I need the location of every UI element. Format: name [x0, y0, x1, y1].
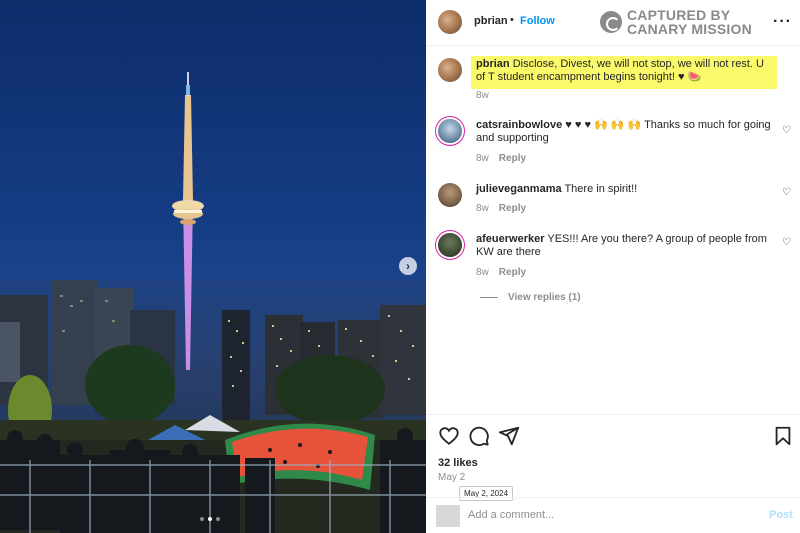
caption-age: 8w — [476, 90, 489, 101]
post-photo[interactable]: › — [0, 0, 426, 533]
emoji-icon[interactable] — [436, 505, 460, 527]
likes-count[interactable]: 32 likes — [438, 457, 478, 469]
share-icon[interactable] — [498, 425, 520, 447]
follow-button[interactable]: Follow — [520, 15, 555, 27]
comment-icon[interactable] — [468, 425, 490, 447]
add-comment-bar: Add a comment... Post — [426, 497, 800, 533]
carousel-dot-active — [208, 517, 212, 521]
more-horizontal-icon[interactable]: ··· — [773, 13, 792, 31]
post-button[interactable]: Post — [769, 509, 793, 521]
comment-age: 8w — [476, 267, 489, 278]
separator-dot: • — [510, 14, 514, 26]
reply-button[interactable]: Reply — [499, 267, 526, 278]
comment-body: There in spirit!! — [564, 183, 638, 195]
view-replies-line — [480, 297, 498, 298]
view-replies-label: View replies (1) — [508, 292, 581, 303]
comment-meta: 8w Reply — [476, 203, 526, 214]
author-avatar[interactable] — [438, 10, 462, 34]
comment-age: 8w — [476, 153, 489, 164]
commenter-avatar[interactable] — [438, 183, 462, 207]
post-header: pbrian • Follow CAPTURED BY CANARY MISSI… — [426, 0, 800, 46]
comment-text: afeuerwerker YES!!! Are you there? A gro… — [476, 233, 776, 259]
reply-button[interactable]: Reply — [499, 203, 526, 214]
commenter-avatar[interactable] — [438, 119, 462, 143]
comment-meta: 8w Reply — [476, 267, 526, 278]
commenter-avatar[interactable] — [438, 233, 462, 257]
comment-username[interactable]: afeuerwerker — [476, 233, 545, 245]
carousel-dot — [200, 517, 204, 521]
carousel-dots — [200, 517, 220, 521]
watermark-line1: CAPTURED BY — [627, 7, 731, 23]
heart-icon[interactable]: ♡ — [782, 125, 791, 136]
comment-username[interactable]: catsrainbowlove — [476, 119, 562, 131]
chevron-right-icon: › — [406, 259, 410, 273]
author-username[interactable]: pbrian — [474, 15, 508, 27]
carousel-dot — [216, 517, 220, 521]
watermark: CAPTURED BY CANARY MISSION — [600, 8, 752, 36]
caption-text: pbrian Disclose, Divest, we will not sto… — [476, 58, 776, 84]
post-date[interactable]: May 2 — [438, 472, 465, 483]
comment-text: julieveganmama There in spirit!! — [476, 183, 776, 196]
photo-scene — [0, 72, 426, 533]
heart-icon[interactable]: ♡ — [782, 187, 791, 198]
comment-age: 8w — [476, 203, 489, 214]
caption-body: Disclose, Divest, we will not stop, we w… — [476, 58, 764, 83]
reply-button[interactable]: Reply — [499, 153, 526, 164]
view-replies-button[interactable]: View replies (1) — [480, 292, 581, 303]
comment-meta: 8w Reply — [476, 153, 526, 164]
watermark-text: CAPTURED BY CANARY MISSION — [627, 8, 752, 36]
comment-text: catsrainbowlove ♥ ♥ ♥ 🙌 🙌 🙌 Thanks so mu… — [476, 119, 776, 145]
heart-icon[interactable] — [438, 425, 460, 447]
watermark-line2: CANARY MISSION — [627, 21, 752, 37]
heart-icon[interactable]: ♡ — [782, 237, 791, 248]
caption-meta: 8w — [476, 90, 489, 101]
comment-username[interactable]: julieveganmama — [476, 183, 562, 195]
action-bar — [426, 414, 800, 458]
carousel-next-button[interactable]: › — [399, 257, 417, 275]
comment-input[interactable]: Add a comment... — [468, 509, 554, 521]
bookmark-icon[interactable] — [772, 425, 794, 447]
caption-username[interactable]: pbrian — [476, 58, 510, 70]
author-avatar[interactable] — [438, 58, 462, 82]
post-sidebar: pbrian • Follow CAPTURED BY CANARY MISSI… — [426, 0, 800, 533]
canary-mission-logo-icon — [600, 11, 622, 33]
